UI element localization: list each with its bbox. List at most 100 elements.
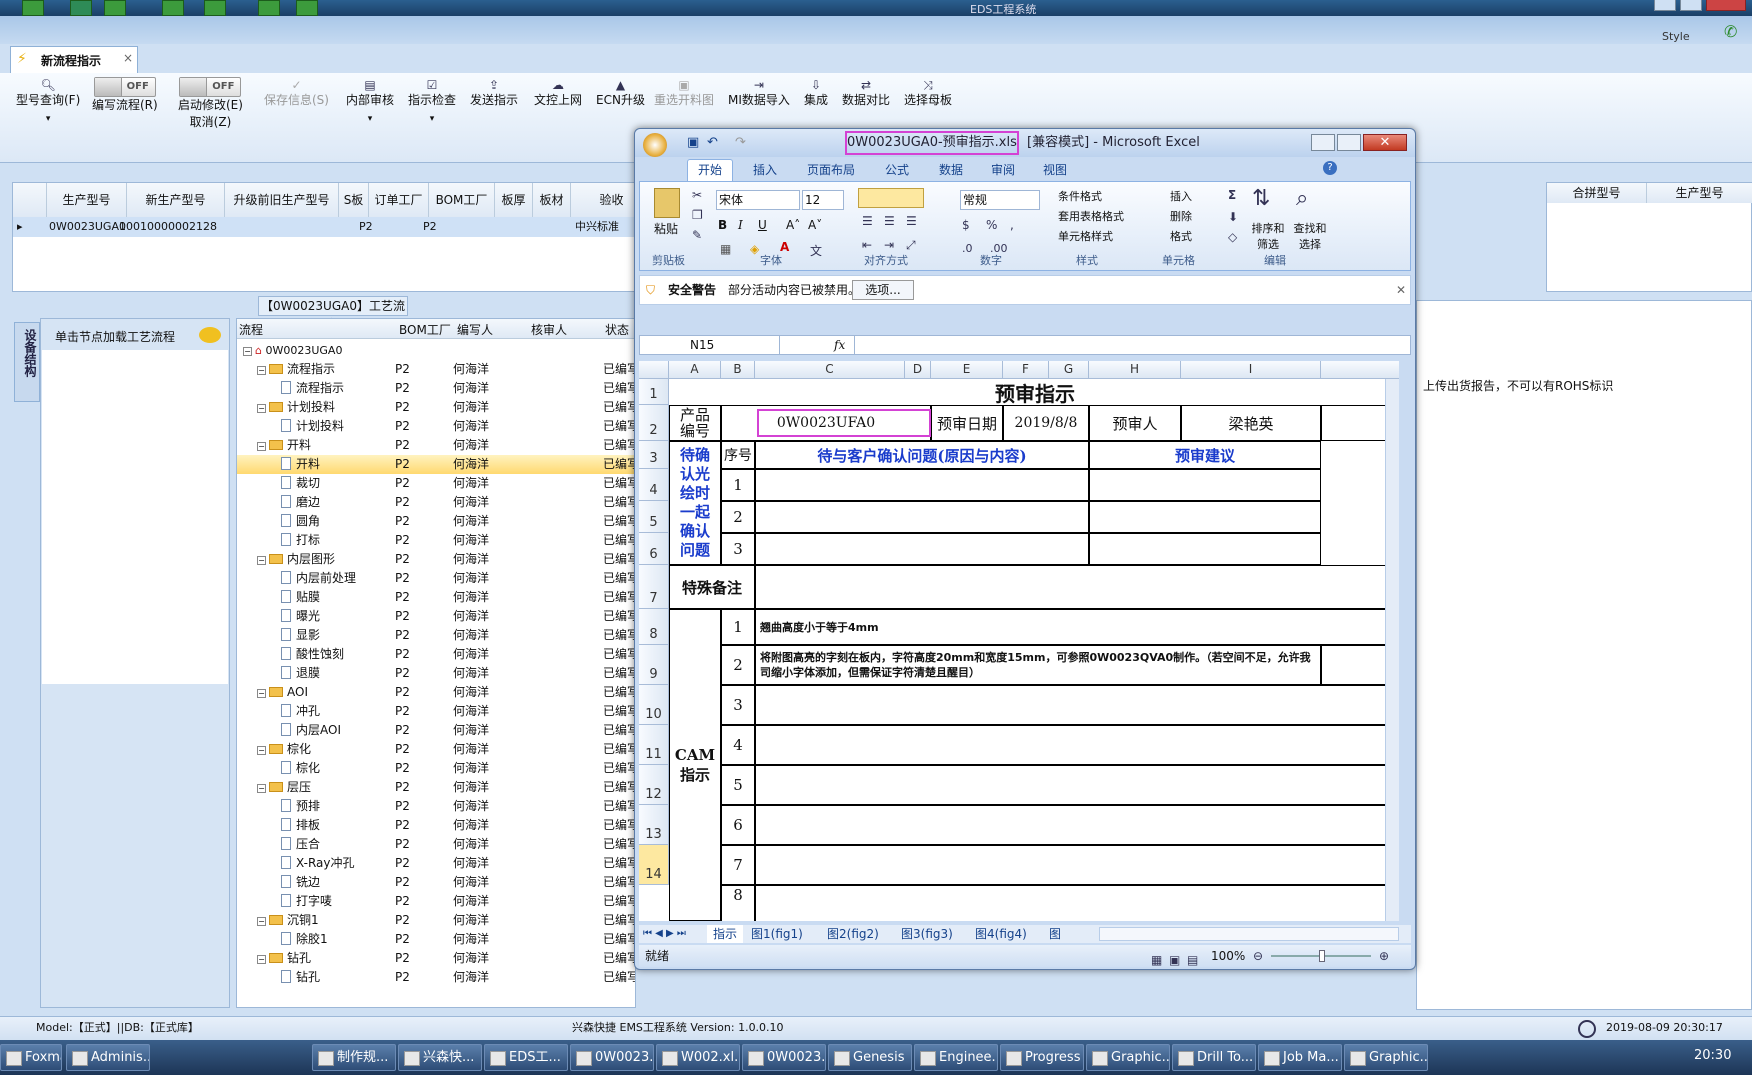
paste-button[interactable]: 粘贴	[654, 220, 678, 237]
sheet-title[interactable]: 预审指示	[669, 379, 1399, 406]
grid-header-col[interactable]: 新生产型号	[127, 183, 225, 217]
grid-header-col[interactable]: S板	[339, 183, 369, 217]
copy-icon[interactable]: ❐	[692, 208, 703, 222]
collapse-icon[interactable]: −	[257, 784, 266, 793]
tree-node[interactable]: − 棕化 P2 何海洋 已编写	[237, 740, 635, 759]
tree-node[interactable]: 内层AOI P2 何海洋 已编写	[237, 721, 635, 740]
maximize-button[interactable]	[1680, 0, 1702, 11]
instruction-check-button[interactable]: ☑ 指示检查 ▾	[408, 77, 456, 128]
cell-style-button[interactable]: 单元格样式	[1058, 228, 1113, 244]
minimize-button[interactable]	[1654, 0, 1676, 11]
grid-icon[interactable]	[22, 0, 44, 16]
column-header[interactable]: D	[905, 361, 931, 379]
collapse-icon[interactable]: −	[243, 347, 252, 356]
grid-header-col[interactable]: 生产型号	[47, 183, 127, 217]
format-painter-icon[interactable]: ✎	[692, 228, 702, 242]
cam-instruction-2[interactable]: 将附图高亮的字刻在板内，字符高度20mm和宽度15mm，可参照0W0023QVA…	[755, 645, 1321, 685]
tree-node[interactable]: 开料 P2 何海洋 已编写	[237, 455, 635, 474]
taskbar-item[interactable]: Foxmail	[0, 1044, 62, 1071]
taskbar-item[interactable]: W002.xl...	[656, 1044, 740, 1071]
column-header[interactable]: I	[1181, 361, 1321, 379]
tree-node[interactable]: 铣边 P2 何海洋 已编写	[237, 873, 635, 892]
phonetic-icon[interactable]: 文	[810, 242, 822, 259]
cam-cell[interactable]	[755, 845, 1399, 885]
tree-node[interactable]: 压合 P2 何海洋 已编写	[237, 835, 635, 854]
style-menu[interactable]: Style	[1662, 30, 1690, 43]
tree-header-col[interactable]: 流程	[239, 321, 263, 338]
cam-cell[interactable]	[755, 885, 1399, 921]
send-instruction-button[interactable]: ⇪ 发送指示	[470, 77, 518, 109]
collapse-icon[interactable]: −	[257, 556, 266, 565]
sheet-tab-active[interactable]: 指示	[707, 925, 744, 943]
taskbar-item[interactable]: Enginee...	[914, 1044, 998, 1071]
tree-node[interactable]: 圆角 P2 何海洋 已编写	[237, 512, 635, 531]
review-date-value[interactable]: 2019/8/8	[1003, 405, 1089, 441]
increase-decimal-icon[interactable]: .0	[962, 242, 973, 255]
warning-close-icon[interactable]: ✕	[1396, 276, 1406, 304]
edit-flow-toggle[interactable]: OFF 编写流程(R)	[92, 77, 158, 114]
special-note-label[interactable]: 特殊备注	[669, 565, 755, 609]
percent-icon[interactable]: %	[986, 218, 997, 232]
tree-node[interactable]: 磨边 P2 何海洋 已编写	[237, 493, 635, 512]
row-header[interactable]: 10	[639, 685, 669, 725]
tree-header-col[interactable]: BOM工厂	[399, 321, 451, 338]
cam-seq[interactable]: 7	[721, 845, 755, 885]
delete-cells-button[interactable]: 删除	[1170, 208, 1192, 224]
issue-header[interactable]: 待与客户确认问题(原因与内容)	[755, 441, 1089, 469]
clear-icon[interactable]: ◇	[1228, 230, 1237, 244]
border-icon[interactable]: ▦	[720, 242, 731, 256]
collapse-icon[interactable]: −	[257, 366, 266, 375]
row-header[interactable]: 13	[639, 805, 669, 845]
name-box[interactable]: N15	[640, 336, 780, 354]
tree-node[interactable]: − 沉铜1 P2 何海洋 已编写	[237, 911, 635, 930]
issue-cell[interactable]	[755, 533, 1089, 565]
cut-icon[interactable]: ✂	[692, 188, 702, 202]
special-note-cell[interactable]	[755, 565, 1399, 609]
fill-icon[interactable]: ⬇	[1228, 210, 1238, 224]
taskbar-item[interactable]: Job Ma...	[1258, 1044, 1342, 1071]
tab-insert[interactable]: 插入	[753, 161, 777, 178]
grid-header-col[interactable]: 板材	[533, 183, 571, 217]
undo-icon[interactable]: ↶	[707, 129, 718, 157]
taskbar-item[interactable]: Adminis...	[66, 1044, 150, 1071]
doc-tab-close-icon[interactable]: ×	[123, 51, 133, 65]
taskbar-item[interactable]: EDS工...	[484, 1044, 568, 1071]
row-header[interactable]: 3	[639, 441, 669, 469]
tab-home[interactable]: 开始	[687, 159, 734, 181]
row-header[interactable]: 7	[639, 565, 669, 609]
bold-icon[interactable]: B	[718, 218, 727, 232]
reviewer-label[interactable]: 预审人	[1089, 405, 1181, 441]
tree-node[interactable]: 显影 P2 何海洋 已编写	[237, 626, 635, 645]
sort-filter-button[interactable]: 排序和筛选	[1250, 220, 1286, 252]
cam-instruction-1[interactable]: 翘曲高度小于等于4mm	[755, 609, 1399, 645]
cam-seq[interactable]: 2	[721, 645, 755, 685]
paste-icon[interactable]	[654, 188, 680, 218]
tree-node[interactable]: 排板 P2 何海洋 已编写	[237, 816, 635, 835]
zoom-in-icon[interactable]: ⊕	[1379, 945, 1389, 967]
column-header[interactable]: G	[1049, 361, 1089, 379]
seq-header[interactable]: 序号	[721, 441, 755, 469]
tree-header-col[interactable]: 编写人	[457, 321, 493, 338]
office-button[interactable]	[643, 133, 667, 157]
row-header[interactable]: 6	[639, 533, 669, 565]
excel-close-button[interactable]: ✕	[1363, 134, 1407, 151]
tree-node[interactable]: X-Ray冲孔 P2 何海洋 已编写	[237, 854, 635, 873]
model-query-button[interactable]: 🔍︎ 型号查询(F) ▾	[16, 77, 80, 128]
sheet-tab[interactable]: 图	[1049, 925, 1061, 943]
font-name-select[interactable]: 宋体	[716, 190, 800, 210]
save-info-button[interactable]: ✓ 保存信息(S)	[264, 77, 329, 109]
cam-seq[interactable]: 1	[721, 609, 755, 645]
scissors-icon[interactable]	[70, 0, 92, 16]
orientation-icon[interactable]: ⤢	[906, 238, 916, 253]
row-header-active[interactable]: 14	[639, 845, 669, 885]
tab-formulas[interactable]: 公式	[885, 161, 909, 178]
sheet-tab[interactable]: 图3(fig3)	[901, 925, 953, 943]
grid-header-col[interactable]: 板厚	[495, 183, 533, 217]
tree-header-col[interactable]: 核审人	[531, 321, 567, 338]
tree-node[interactable]: − 钻孔 P2 何海洋 已编写	[237, 949, 635, 968]
sheet-tab[interactable]: 图1(fig1)	[751, 925, 803, 943]
collapse-icon[interactable]: −	[257, 746, 266, 755]
copy-icon[interactable]	[162, 0, 184, 16]
cam-seq[interactable]: 3	[721, 685, 755, 725]
suggest-header[interactable]: 预审建议	[1089, 441, 1321, 469]
